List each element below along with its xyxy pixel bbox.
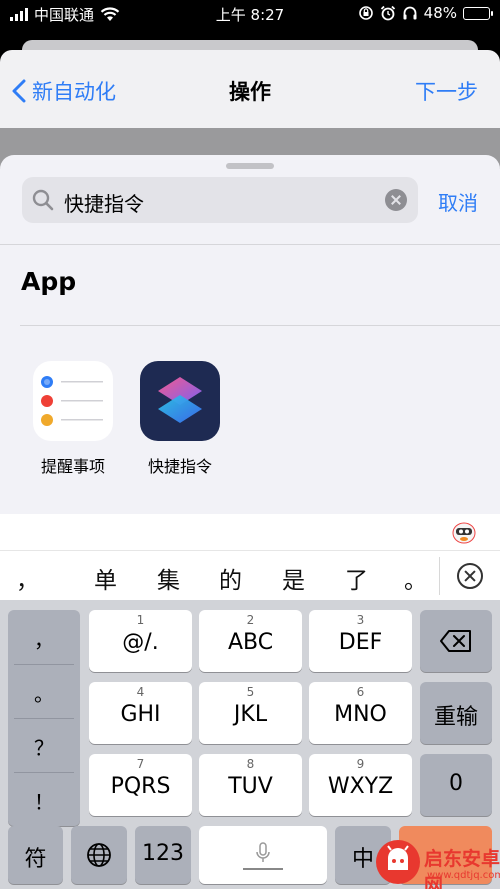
sheet-grabber[interactable] [226, 163, 274, 169]
candidate-item[interactable]: 单 [94, 561, 117, 595]
status-bar: 中国联通 上午 8:27 48% [0, 0, 500, 28]
phone-screen: 中国联通 上午 8:27 48% 新自动化 操作 下一步 快捷指令 取消 App… [0, 0, 500, 889]
search-icon [32, 189, 54, 211]
key-2[interactable]: 2 ABC [199, 610, 302, 672]
key-6[interactable]: 6 MNO [309, 682, 412, 744]
reinput-key[interactable]: 重输 [420, 682, 492, 744]
candidate-item[interactable]: 。 [404, 561, 427, 595]
globe-icon [87, 843, 111, 867]
cancel-button[interactable]: 取消 [438, 187, 478, 216]
number-key[interactable]: 123 [135, 826, 191, 884]
battery-icon [463, 6, 493, 20]
key-5[interactable]: 5 JKL [199, 682, 302, 744]
candidate-item[interactable]: 了 [345, 561, 368, 595]
clear-search-icon[interactable] [385, 189, 407, 211]
key-4[interactable]: 4 GHI [89, 682, 192, 744]
rotation-lock-icon [358, 6, 373, 20]
search-sheet: 快捷指令 取消 App 提醒事项 快捷指令 [0, 155, 500, 515]
globe-key[interactable] [71, 826, 127, 884]
search-field[interactable]: 快捷指令 [22, 177, 418, 223]
delete-key[interactable] [420, 610, 492, 672]
space-key[interactable] [199, 826, 327, 884]
key-9[interactable]: 9 WXYZ [309, 754, 412, 816]
shortcuts-icon [158, 377, 202, 423]
next-button[interactable]: 下一步 [415, 76, 478, 106]
candidate-bar: ， 单 集 的 是 了 。 [0, 550, 500, 600]
watermark-url: www.qdtjq.com [427, 870, 500, 881]
shortcuts-app-icon[interactable] [140, 361, 220, 441]
close-candidates-icon[interactable] [457, 563, 483, 589]
punct-key-question[interactable]: ？ [8, 732, 80, 761]
candidate-item[interactable]: 集 [157, 561, 180, 595]
divider [439, 557, 440, 595]
watermark-name: 启东安卓网 [424, 848, 500, 889]
app-label-reminders: 提醒事项 [40, 457, 105, 476]
keyboard-toolbar [0, 514, 500, 550]
punct-key-exclamation[interactable]: ！ [8, 786, 80, 815]
watermark: 启东安卓网 www.qdtjq.com [372, 820, 500, 889]
alarm-icon [380, 5, 395, 21]
reminders-icon [41, 376, 103, 426]
headphones-icon [403, 6, 417, 20]
key-1[interactable]: 1 @/. [89, 610, 192, 672]
key-7[interactable]: 7 PQRS [89, 754, 192, 816]
reminders-app-icon[interactable] [33, 361, 113, 441]
backspace-icon [440, 630, 471, 652]
punct-key-period[interactable]: 。 [8, 678, 80, 707]
candidate-item[interactable]: 是 [282, 561, 305, 595]
punct-key-comma[interactable]: ， [8, 624, 80, 653]
punctuation-column: ， 。 ？ ！ [8, 610, 80, 826]
microphone-icon [256, 842, 270, 862]
candidate-item[interactable]: ， [16, 561, 39, 595]
app-label-shortcuts: 快捷指令 [147, 457, 212, 476]
search-input[interactable]: 快捷指令 [64, 188, 144, 217]
divider [20, 325, 500, 326]
section-title: App [21, 267, 77, 296]
candidate-item[interactable]: 的 [219, 561, 242, 595]
symbol-key[interactable]: 符 [8, 826, 63, 884]
keyboard-logo-icon[interactable] [452, 520, 476, 544]
key-3[interactable]: 3 DEF [309, 610, 412, 672]
battery-percent: 48% [423, 4, 457, 22]
watermark-logo-icon [376, 840, 420, 884]
key-0[interactable]: 0 [420, 754, 492, 816]
divider [0, 244, 500, 245]
key-8[interactable]: 8 TUV [199, 754, 302, 816]
